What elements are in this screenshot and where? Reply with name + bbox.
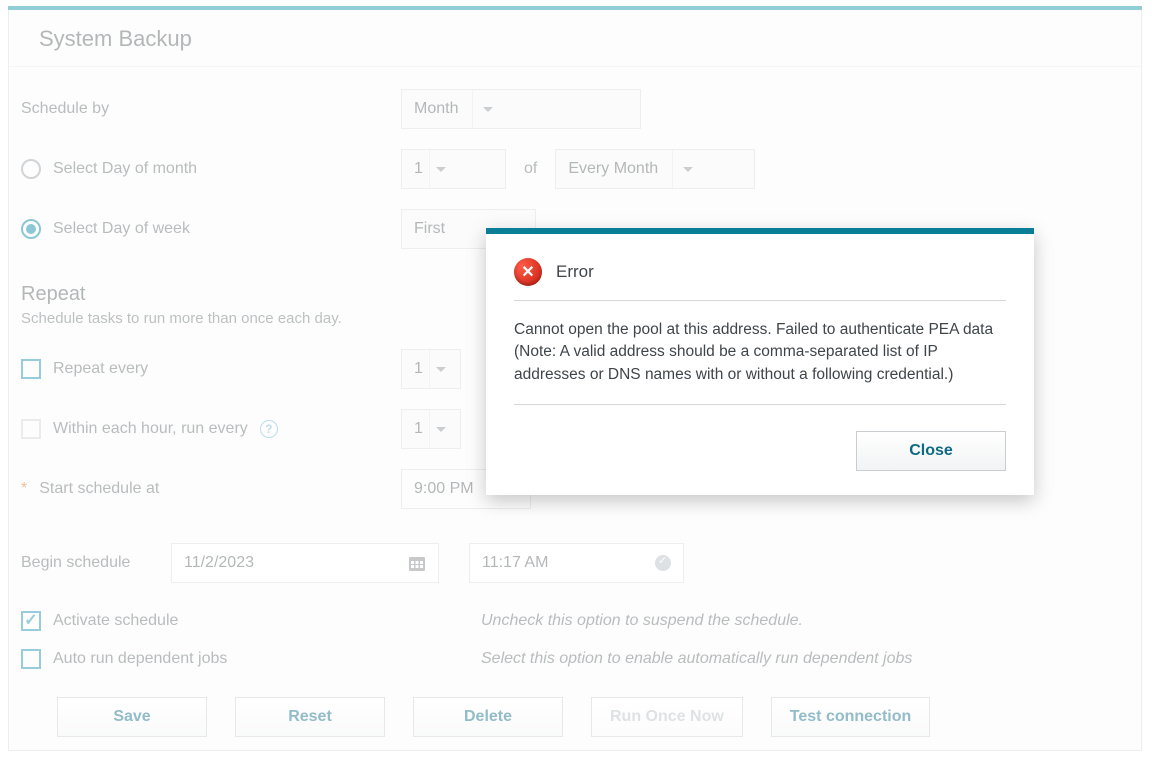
close-button[interactable]: Close <box>856 431 1006 471</box>
error-icon: ✕ <box>514 258 542 286</box>
dialog-message: Cannot open the pool at this address. Fa… <box>514 301 1006 405</box>
error-dialog: ✕ Error Cannot open the pool at this add… <box>486 228 1034 495</box>
dialog-title: Error <box>556 262 594 282</box>
